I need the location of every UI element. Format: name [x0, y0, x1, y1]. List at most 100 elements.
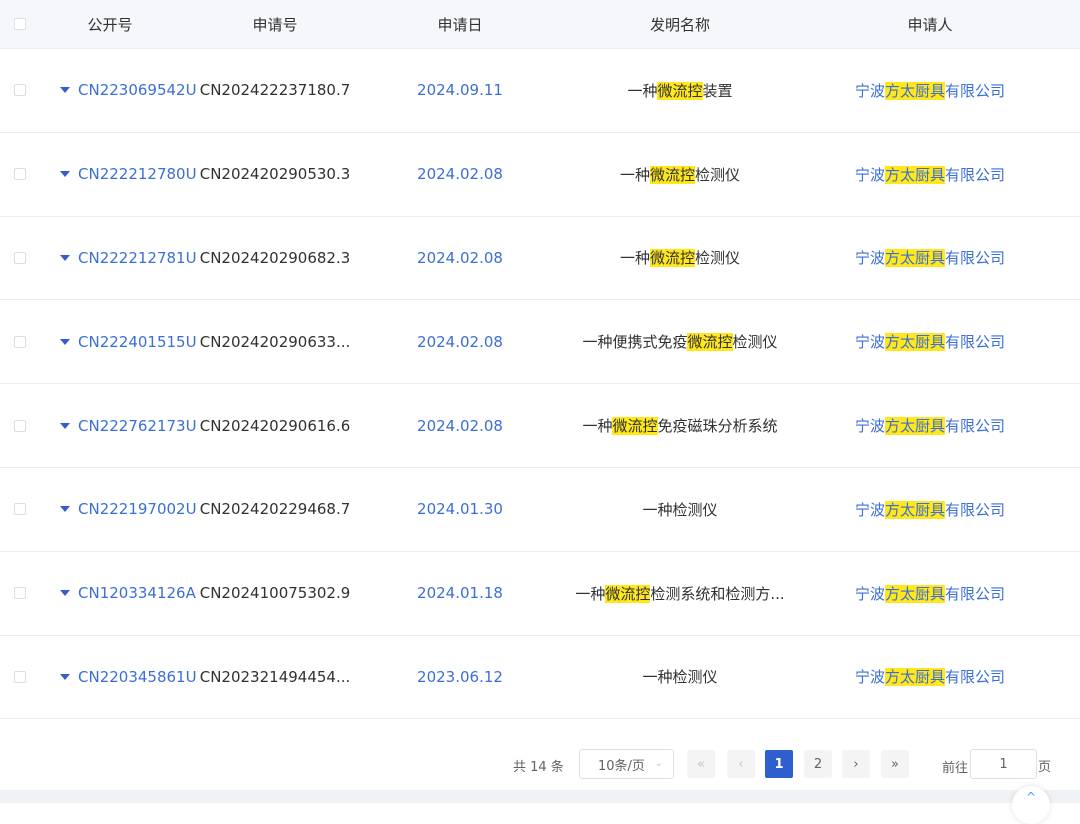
page-2-button[interactable]: 2: [804, 750, 832, 778]
applicant-link[interactable]: 宁波方太厨具有限公司: [810, 80, 1030, 101]
goto-label: 前往: [942, 761, 969, 776]
title-text: 一种检测仪: [642, 500, 718, 519]
app-date-link[interactable]: 2024.02.08: [370, 249, 550, 267]
next-page-button[interactable]: ›: [842, 750, 870, 778]
pub-no-link[interactable]: CN223069542U: [78, 81, 197, 99]
row-checkbox[interactable]: [14, 335, 26, 348]
row-checkbox[interactable]: [14, 168, 26, 181]
header-app-no[interactable]: 申请号: [180, 14, 370, 35]
applicant-text: 有限公司: [945, 249, 1006, 268]
app-no-cell: CN202420290682.3: [199, 248, 351, 267]
app-no-cell: CN202422237180.7: [199, 81, 351, 100]
title-cell: 一种便携式免疫微流控检测仪: [550, 331, 810, 352]
applicant-link[interactable]: 宁波方太厨具有限公司: [810, 331, 1030, 352]
pub-no-cell: CN223069542U: [40, 81, 197, 99]
pub-no-link[interactable]: CN222762173U: [78, 417, 197, 435]
title-cell: 一种检测仪: [550, 499, 810, 520]
title-text: 一种: [619, 249, 650, 268]
app-date-link[interactable]: 2024.02.08: [370, 417, 550, 435]
page-size-value: 10条/页: [598, 758, 645, 774]
caret-down-icon[interactable]: [60, 590, 70, 597]
keyword-highlight: 微流控: [657, 81, 703, 100]
pub-no-link[interactable]: CN222197002U: [78, 500, 197, 518]
caret-down-icon[interactable]: [60, 673, 70, 680]
pub-no-link[interactable]: CN222212780U: [78, 165, 197, 183]
table-row: CN222197002U CN202420229468.7 2024.01.30 一种…: [0, 468, 1080, 552]
back-to-top-button[interactable]: ^: [1012, 786, 1050, 824]
app-date-link[interactable]: 2024.01.30: [370, 500, 550, 518]
title-cell: 一种微流控检测仪: [550, 164, 810, 185]
caret-down-icon[interactable]: [60, 87, 70, 94]
applicant-text: 有限公司: [945, 165, 1006, 184]
caret-down-icon[interactable]: [60, 171, 70, 178]
row-select-cell: [0, 84, 40, 97]
pub-no-link[interactable]: CN120334126A: [78, 584, 196, 602]
app-date-link[interactable]: 2024.02.08: [370, 165, 550, 183]
table-row: CN223069542U CN202422237180.7 2024.09.11 一种…: [0, 49, 1080, 133]
title-text: 免疫磁珠分析系统: [657, 417, 778, 436]
page-1-button[interactable]: 1: [765, 750, 793, 778]
header-applicant[interactable]: 申请人: [810, 14, 1030, 35]
applicant-text: 宁波: [854, 333, 885, 352]
app-date-link[interactable]: 2024.01.18: [370, 584, 550, 602]
pub-no-cell: CN222212780U: [40, 165, 197, 183]
row-checkbox[interactable]: [14, 670, 26, 683]
last-page-button[interactable]: »: [881, 750, 909, 778]
prev-page-button[interactable]: ‹: [727, 750, 755, 778]
applicant-link[interactable]: 宁波方太厨具有限公司: [810, 164, 1030, 185]
pub-no-cell: CN222212781U: [40, 249, 197, 267]
row-select-cell: [0, 335, 40, 348]
caret-down-icon[interactable]: [60, 338, 70, 345]
pub-no-link[interactable]: CN220345861U: [78, 668, 197, 686]
app-date-link[interactable]: 2024.02.08: [370, 333, 550, 351]
applicant-text: 宁波: [854, 165, 885, 184]
table-row: CN222212781U CN202420290682.3 2024.02.08 一种…: [0, 217, 1080, 301]
applicant-text: 宁波: [854, 249, 885, 268]
app-no-cell: CN202420290530.3: [199, 165, 351, 184]
applicant-link[interactable]: 宁波方太厨具有限公司: [810, 499, 1030, 520]
applicant-text: 宁波: [854, 500, 885, 519]
header-pub-no[interactable]: 公开号: [40, 14, 180, 35]
title-cell: 一种微流控检测仪: [550, 247, 810, 268]
title-text: 一种: [627, 81, 658, 100]
app-date-link[interactable]: 2024.09.11: [370, 81, 550, 99]
keyword-highlight: 方太厨具: [884, 165, 945, 184]
row-checkbox[interactable]: [14, 503, 26, 516]
caret-down-icon[interactable]: [60, 254, 70, 261]
applicant-link[interactable]: 宁波方太厨具有限公司: [810, 247, 1030, 268]
app-date-link[interactable]: 2023.06.12: [370, 668, 550, 686]
title-text: 检测仪: [732, 333, 778, 352]
keyword-highlight: 微流控: [605, 584, 651, 603]
title-text: 一种: [582, 417, 613, 436]
row-checkbox[interactable]: [14, 419, 26, 432]
row-select-cell: [0, 670, 40, 683]
applicant-link[interactable]: 宁波方太厨具有限公司: [810, 666, 1030, 687]
page-size-select[interactable]: 10条/页 ⌄: [579, 749, 674, 779]
row-checkbox[interactable]: [14, 587, 26, 600]
applicant-text: 宁波: [854, 584, 885, 603]
title-cell: 一种微流控装置: [550, 80, 810, 101]
chevron-down-icon: ⌄: [654, 758, 663, 769]
title-text: 一种检测仪: [642, 668, 718, 687]
row-checkbox[interactable]: [14, 251, 26, 264]
caret-down-icon[interactable]: [60, 506, 70, 513]
header-app-date[interactable]: 申请日: [370, 14, 550, 35]
pub-no-cell: CN120334126A: [40, 584, 196, 602]
applicant-link[interactable]: 宁波方太厨具有限公司: [810, 415, 1030, 436]
pub-no-link[interactable]: CN222401515U: [78, 333, 197, 351]
title-cell: 一种微流控免疫磁珠分析系统: [550, 415, 810, 436]
header-title[interactable]: 发明名称: [550, 14, 810, 35]
goto-page-input[interactable]: 1: [970, 749, 1037, 779]
pub-no-cell: CN222197002U: [40, 500, 197, 518]
title-text: 检测仪: [695, 165, 741, 184]
select-all-checkbox[interactable]: [14, 18, 26, 30]
row-checkbox[interactable]: [14, 84, 26, 97]
applicant-text: 有限公司: [945, 500, 1006, 519]
app-no-cell: CN202410075302.9: [199, 584, 351, 603]
pub-no-link[interactable]: CN222212781U: [78, 249, 197, 267]
applicant-link[interactable]: 宁波方太厨具有限公司: [810, 583, 1030, 604]
applicant-text: 宁波: [854, 668, 885, 687]
keyword-highlight: 方太厨具: [884, 249, 945, 268]
caret-down-icon[interactable]: [60, 422, 70, 429]
first-page-button[interactable]: «: [687, 750, 715, 778]
